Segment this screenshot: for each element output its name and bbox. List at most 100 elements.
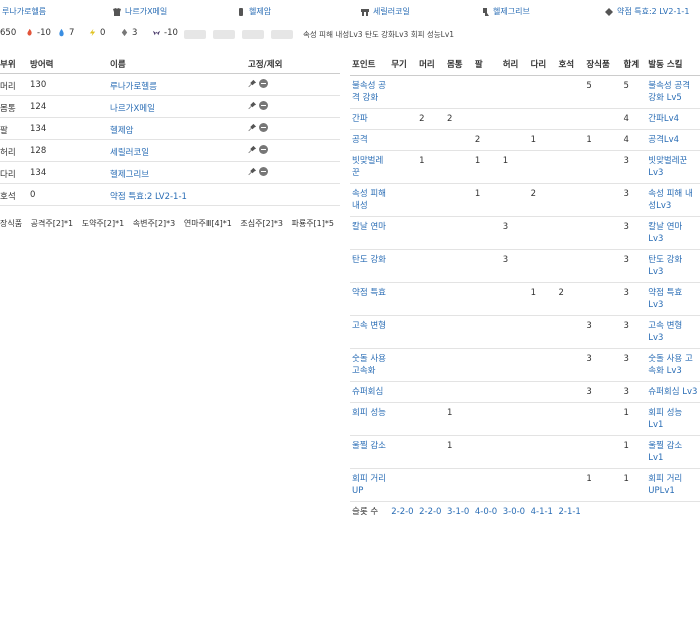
slots-label: 슬롯 수 [352, 507, 379, 517]
equipment-waist-name[interactable]: 세릴러코일 [373, 7, 410, 16]
row-name-link[interactable]: 헬제암 [110, 124, 133, 136]
point-cell: 5 [584, 75, 622, 109]
point-cell [472, 75, 501, 109]
skill-point-link[interactable]: 공격 [350, 129, 390, 151]
pin-icon[interactable] [248, 79, 257, 88]
active-skill-link[interactable]: 빗맞벌레꾼Lv3 [646, 150, 700, 184]
point-cell [556, 75, 585, 109]
skill-point-link[interactable]: 회피 거리 UP [350, 468, 390, 502]
point-cell [389, 183, 418, 217]
equipment-body-name[interactable]: 나르가X메일 [125, 7, 167, 16]
fix-controls [248, 167, 268, 177]
exclude-icon[interactable] [259, 123, 268, 132]
point-cell [584, 249, 622, 283]
equipment-head-name[interactable]: 루나가로헬름 [2, 7, 46, 16]
water-value: 7 [69, 28, 75, 38]
equipment-arms[interactable]: 헬제암 [236, 6, 271, 18]
point-cell: 1 [528, 282, 557, 316]
active-skill-link[interactable]: 숫돌 사용 고속화 Lv3 [646, 348, 700, 382]
active-skill-link[interactable]: 약점 특효 Lv3 [646, 282, 700, 316]
equipment-body[interactable]: 나르가X메일 [112, 6, 167, 18]
point-cell: 3 [621, 183, 647, 217]
skill-point-link[interactable]: 숫돌 사용 고속화 [350, 348, 390, 382]
point-cell [528, 468, 557, 502]
pin-icon[interactable] [248, 101, 257, 110]
skill-point-link[interactable]: 회피 성능 [350, 402, 390, 436]
point-cell [528, 435, 557, 469]
exclude-icon[interactable] [259, 145, 268, 154]
active-skill-link[interactable]: 탄도 강화 Lv3 [646, 249, 700, 283]
point-cell [500, 402, 529, 436]
point-cell [500, 315, 529, 349]
skill-point-link[interactable]: 슈퍼회심 [350, 381, 390, 403]
active-skill-link[interactable]: 불속성 공격 강화 Lv5 [646, 75, 700, 109]
decoration-item: 공격주[2]*1 [30, 219, 74, 228]
skill-point-link[interactable]: 울찔 감소 [350, 435, 390, 469]
skill-point-link[interactable]: 칼날 연마 [350, 216, 390, 250]
row-name-link[interactable]: 세릴러코일 [110, 146, 149, 158]
active-skill-link[interactable]: 회피 성능 Lv1 [646, 402, 700, 436]
decoration-item: 파룡주[1]*5 [291, 219, 334, 228]
row-part: 호석 [0, 192, 16, 202]
point-cell [444, 348, 473, 382]
point-cell [556, 129, 585, 151]
decorations-label: 장식품 [0, 219, 23, 228]
point-cell [444, 282, 473, 316]
active-skill-link[interactable]: 칼날 연마 Lv3 [646, 216, 700, 250]
point-cell [389, 348, 418, 382]
exclude-icon[interactable] [259, 79, 268, 88]
equipment-waist[interactable]: 세릴러코일 [360, 6, 410, 18]
point-cell: 2 [444, 108, 473, 130]
table-row: 몸통 124 나르가X메일 [0, 96, 340, 118]
skill-point-link[interactable]: 속성 피해 내성 [350, 183, 390, 217]
equipment-legs-name[interactable]: 헬제그리브 [493, 7, 530, 16]
row-name-link[interactable]: 헬제그리브 [110, 168, 149, 180]
active-skill-link[interactable]: 공격Lv4 [646, 129, 700, 151]
active-skill-link[interactable]: 간파Lv4 [646, 108, 700, 130]
point-cell [556, 183, 585, 217]
pin-icon[interactable] [248, 167, 257, 176]
equipment-legs[interactable]: 헬제그리브 [480, 6, 530, 18]
table-row: 다리 134 헬제그리브 [0, 162, 340, 184]
skill-point-link[interactable]: 고속 변형 [350, 315, 390, 349]
active-skill-link[interactable]: 고속 변형 Lv3 [646, 315, 700, 349]
point-cell [584, 216, 622, 250]
skill-point-link[interactable]: 약점 특효 [350, 282, 390, 316]
row-name-link[interactable]: 루나가로헬름 [110, 80, 157, 92]
equipment-arms-name[interactable]: 헬제암 [249, 7, 271, 16]
skill-point-link[interactable]: 탄도 강화 [350, 249, 390, 283]
point-cell [584, 183, 622, 217]
row-part: 허리 [0, 148, 16, 158]
active-skill-link[interactable]: 회피 거리 UPLv1 [646, 468, 700, 502]
active-skill-link[interactable]: 속성 피해 내성Lv3 [646, 183, 700, 217]
row-name-link[interactable]: 약점 특효:2 LV2-1-1 [110, 190, 187, 202]
point-cell: 1 [621, 468, 647, 502]
point-cell [417, 75, 445, 109]
slot-cell: 4-0-0 [474, 507, 498, 517]
equipment-head[interactable]: 루나가로헬름 [2, 6, 46, 18]
skill-point-link[interactable]: 빗맞벌레꾼 [350, 150, 390, 184]
pin-icon[interactable] [248, 145, 257, 154]
table-row: 빗맞벌레꾼 1 1 1 3 빗맞벌레꾼Lv3 [350, 150, 700, 184]
equipment-charm-name[interactable]: 약점 특효:2 LV2-1-1 [617, 7, 689, 16]
skill-point-link[interactable]: 간파 [350, 108, 390, 130]
point-cell [472, 315, 501, 349]
equipment-charm[interactable]: 약점 특효:2 LV2-1-1 [604, 6, 689, 18]
table-row: 약점 특효 1 2 3 약점 특효 Lv3 [350, 282, 700, 316]
point-cell [444, 381, 473, 403]
point-cell: 3 [584, 348, 622, 382]
active-skill-link[interactable]: 슈퍼회심 Lv3 [646, 381, 700, 403]
pin-icon[interactable] [248, 123, 257, 132]
point-cell [500, 468, 529, 502]
active-skill-link[interactable]: 울찔 감소 Lv1 [646, 435, 700, 469]
exclude-icon[interactable] [259, 167, 268, 176]
slot-cell: 2-2-0 [419, 507, 442, 517]
skill-point-link[interactable]: 불속성 공격 강화 [350, 75, 390, 109]
point-cell [417, 129, 445, 151]
row-part: 다리 [0, 170, 16, 180]
point-cell [444, 216, 473, 250]
row-name-link[interactable]: 나르가X메일 [110, 102, 155, 114]
table-row: 간파 2 2 4 간파Lv4 [350, 108, 700, 130]
exclude-icon[interactable] [259, 101, 268, 110]
row-defense: 134 [30, 124, 47, 134]
